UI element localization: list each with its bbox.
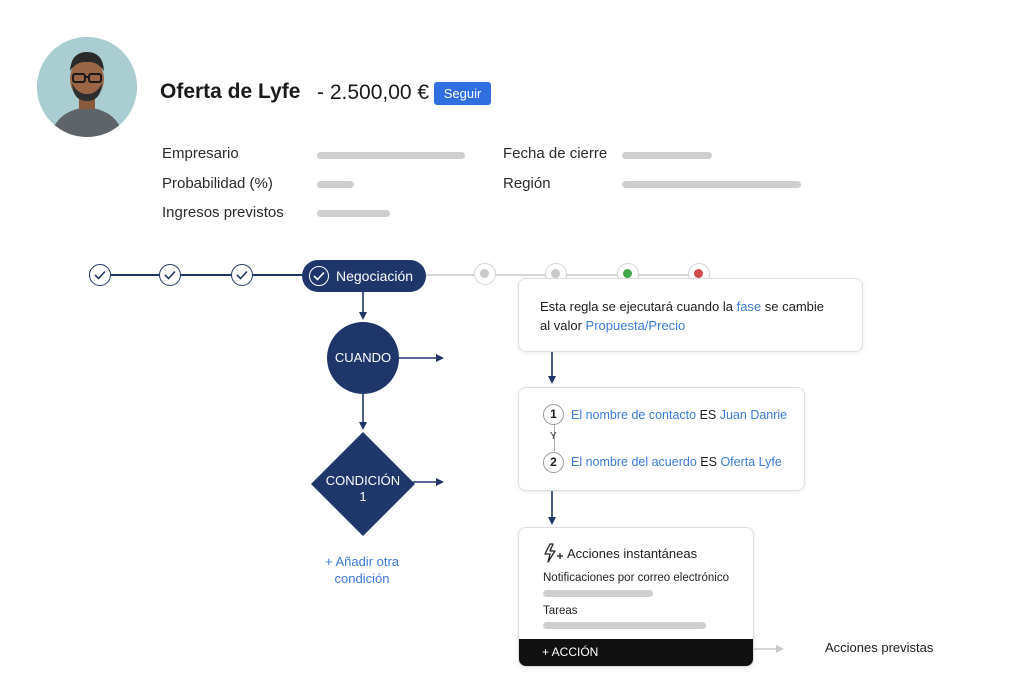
email-notifications-placeholder	[543, 590, 653, 597]
when-node[interactable]: CUANDO	[327, 322, 399, 394]
add-condition-link[interactable]: + Añadir otra condición	[307, 553, 417, 587]
condition-node-label: CONDICIÓN 1	[325, 473, 401, 504]
email-notifications-label: Notificaciones por correo electrónico	[543, 572, 730, 584]
rule-description: Esta regla se ejecutará cuando la fase s…	[540, 299, 825, 333]
tasks-label: Tareas	[543, 605, 578, 617]
add-action-button[interactable]: + ACCIÓN	[519, 639, 753, 666]
condition-joiner: Y	[550, 431, 557, 442]
rule-card: Esta regla se ejecutará cuando la fase s…	[518, 278, 863, 352]
actions-title: Acciones instantáneas	[567, 546, 698, 561]
conditions-card: 1 El nombre de contacto ES Juan Danrie Y…	[518, 387, 805, 491]
condition-number-2: 2	[543, 452, 564, 473]
condition-number-1: 1	[543, 404, 564, 425]
tasks-placeholder	[543, 622, 706, 629]
actions-card: Acciones instantáneas Notificaciones por…	[518, 527, 754, 667]
phase-link[interactable]: fase	[737, 299, 762, 314]
value-link[interactable]: Propuesta/Precio	[586, 318, 686, 333]
planned-actions-label[interactable]: Acciones previstas	[825, 640, 933, 655]
condition-row-1[interactable]: El nombre de contacto ES Juan Danrie	[571, 408, 787, 422]
condition-row-2[interactable]: El nombre del acuerdo ES Oferta Lyfe	[571, 455, 782, 469]
flow-connectors	[359, 292, 784, 653]
lightning-plus-icon	[544, 543, 563, 563]
